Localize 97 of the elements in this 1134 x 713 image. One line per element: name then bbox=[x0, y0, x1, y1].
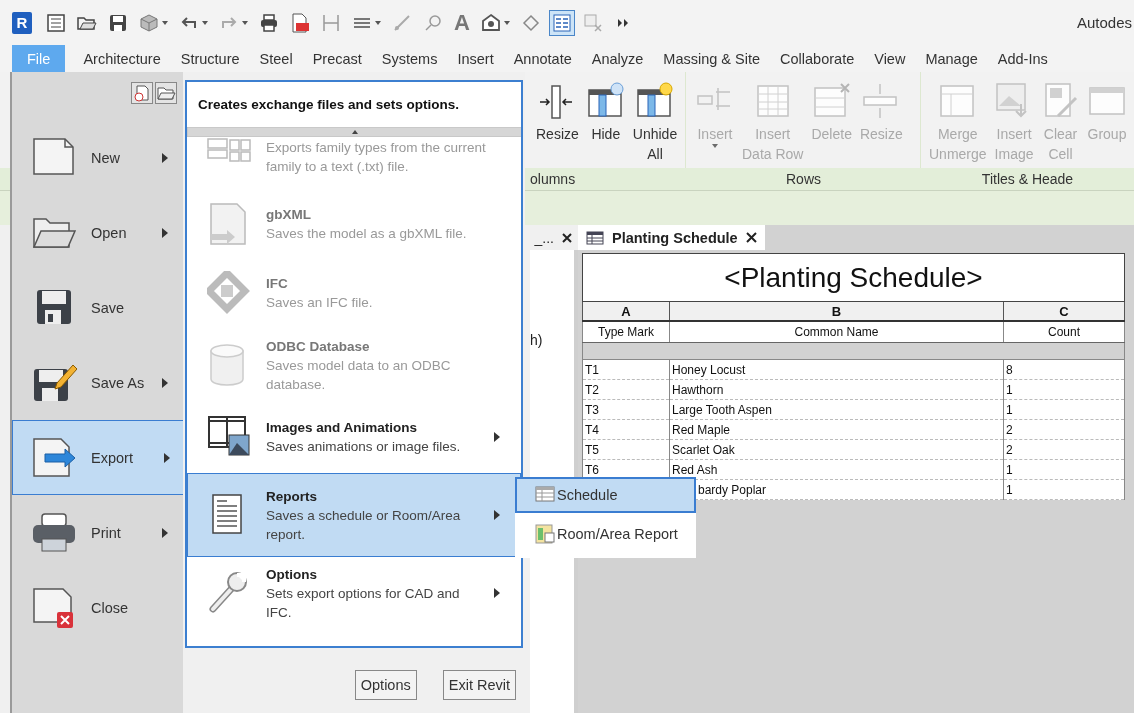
table-bulb-icon bbox=[586, 82, 625, 120]
table-bulb-icon bbox=[636, 82, 674, 120]
table-cell: 8 bbox=[1003, 359, 1125, 380]
menu-item[interactable]: Open bbox=[12, 195, 183, 270]
arrow-icon bbox=[162, 227, 168, 238]
caret-icon[interactable] bbox=[202, 20, 208, 25]
table-icon bbox=[938, 82, 977, 120]
film-image-icon bbox=[207, 415, 251, 459]
table-cell: T2 bbox=[582, 379, 670, 400]
ribbon-tab[interactable]: Architecture bbox=[73, 45, 171, 72]
table-cell: Honey Locust bbox=[669, 359, 1004, 380]
schedule-icon bbox=[535, 485, 555, 505]
menu-item[interactable]: Images and Animations Saves animations or image files. bbox=[187, 403, 521, 471]
ribbon-tab[interactable]: Add-Ins bbox=[987, 45, 1058, 72]
menu-item[interactable]: Export bbox=[12, 420, 185, 495]
arrow-icon bbox=[162, 377, 168, 388]
ribbon-tab[interactable]: Steel bbox=[249, 45, 303, 72]
ribbon-button[interactable]: Unhide All bbox=[630, 82, 680, 168]
table-cell: T5 bbox=[582, 439, 670, 460]
button[interactable]: Options bbox=[354, 670, 417, 700]
ribbon-tab[interactable]: Annotate bbox=[503, 45, 582, 72]
caret-icon[interactable] bbox=[242, 20, 248, 25]
ifc-icon bbox=[207, 271, 251, 315]
open-documents-icon[interactable] bbox=[155, 82, 177, 104]
table-cell: T1 bbox=[582, 359, 670, 380]
schedule-title: <Planting Schedule> bbox=[582, 253, 1125, 302]
properties-icon[interactable] bbox=[46, 12, 66, 33]
house-icon[interactable] bbox=[480, 12, 501, 33]
app-logo[interactable]: R bbox=[12, 11, 32, 34]
arrow-icon bbox=[162, 527, 168, 538]
menu-item[interactable]: Print bbox=[12, 495, 183, 570]
panel-label: Rows bbox=[786, 171, 821, 187]
ribbon-tab[interactable]: Structure bbox=[170, 45, 250, 72]
table-cell: 1 bbox=[1003, 459, 1125, 480]
column-letter[interactable]: A bbox=[582, 301, 670, 321]
ribbon-tab[interactable]: View bbox=[864, 45, 916, 72]
table-icon bbox=[207, 138, 251, 162]
button[interactable]: Exit Revit bbox=[442, 670, 516, 700]
section-icon[interactable] bbox=[520, 12, 541, 33]
text-tool[interactable]: A bbox=[454, 12, 470, 33]
table-cell: Large Tooth Aspen bbox=[669, 399, 1004, 420]
menu-item[interactable]: Save bbox=[12, 270, 183, 345]
table-cell: 2 bbox=[1003, 439, 1125, 460]
menu-item[interactable]: Schedule bbox=[515, 477, 696, 513]
ribbon-tab[interactable]: Analyze bbox=[581, 45, 654, 72]
ribbon-button[interactable]: Resize bbox=[534, 82, 581, 168]
table-cell: 1 bbox=[1003, 399, 1125, 420]
close-icon[interactable] bbox=[745, 232, 757, 243]
caret-icon[interactable] bbox=[503, 20, 510, 25]
cube-icon[interactable] bbox=[139, 12, 159, 33]
ribbon-tab[interactable]: Manage bbox=[915, 45, 988, 72]
table-cell: 2 bbox=[1003, 419, 1125, 440]
ribbon-tab[interactable]: Precast bbox=[302, 45, 372, 72]
recent-documents-icon[interactable] bbox=[131, 82, 153, 104]
menu-item[interactable]: Reports Saves a schedule or Room/Area report. bbox=[187, 473, 521, 557]
table-cell: Red Maple bbox=[669, 419, 1004, 440]
table-cell: 1 bbox=[1003, 379, 1125, 400]
schedule-icon bbox=[586, 230, 604, 245]
ribbon-button[interactable]: Hide bbox=[584, 82, 627, 168]
panel-text: h) bbox=[530, 332, 543, 348]
panel-label: Titles & Heade bbox=[981, 171, 1074, 187]
window-title: Autodes bbox=[1076, 14, 1133, 31]
close-icon[interactable] bbox=[562, 232, 572, 243]
menu-item[interactable]: Save As bbox=[12, 345, 183, 420]
menu-item[interactable]: Close bbox=[12, 570, 183, 645]
arrow-icon bbox=[494, 510, 500, 520]
ribbon-tab[interactable]: Collaborate bbox=[770, 45, 865, 72]
export-icon bbox=[31, 435, 77, 480]
save-icon[interactable] bbox=[108, 12, 128, 33]
table-cell: T4 bbox=[582, 419, 670, 440]
column-header: Type Mark bbox=[582, 321, 670, 343]
table-cell: T3 bbox=[582, 399, 670, 420]
panel-header: Creates exchange files and sets options. bbox=[197, 96, 461, 114]
arrow-icon bbox=[164, 452, 170, 463]
menu-item[interactable]: Options Sets export options for CAD and IFC. bbox=[187, 559, 521, 627]
schedule-tab[interactable]: Planting Schedule bbox=[578, 225, 765, 250]
arrow-icon bbox=[494, 588, 500, 598]
pdf-icon[interactable] bbox=[290, 12, 310, 33]
caret-icon[interactable] bbox=[375, 20, 381, 25]
arrow-icon bbox=[494, 432, 500, 442]
column-header: Count bbox=[1003, 321, 1125, 343]
table-cell: Scarlet Oak bbox=[669, 439, 1004, 460]
ribbon-tab[interactable]: Systems bbox=[371, 45, 448, 72]
printer-icon[interactable] bbox=[259, 12, 279, 33]
caret-icon[interactable] bbox=[162, 20, 168, 25]
table-cell: 1 bbox=[1003, 479, 1125, 500]
ribbon-tab[interactable]: Massing & Site bbox=[653, 45, 771, 72]
panel-label: olumns bbox=[530, 171, 576, 187]
arrow-icon bbox=[162, 152, 168, 163]
printer-icon bbox=[31, 510, 77, 555]
menu-item[interactable]: New bbox=[12, 120, 183, 195]
table-cell: Hawthorn bbox=[669, 379, 1004, 400]
delete-row-icon bbox=[812, 82, 851, 120]
ribbon-tab[interactable]: Insert bbox=[447, 45, 504, 72]
report-icon bbox=[535, 524, 555, 544]
tab-label: _... bbox=[534, 229, 554, 246]
column-header: Common Name bbox=[669, 321, 1004, 343]
